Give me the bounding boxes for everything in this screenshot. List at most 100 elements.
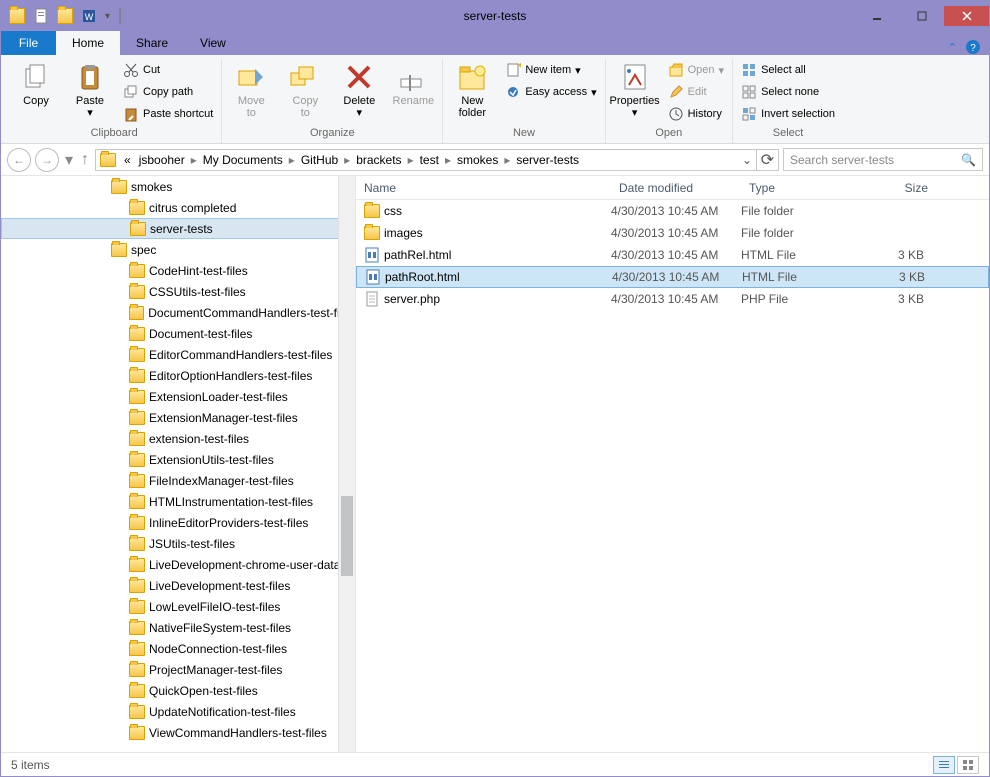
tree-item[interactable]: InlineEditorProviders-test-files — [1, 512, 355, 533]
document-icon[interactable] — [33, 8, 49, 24]
tree-item[interactable]: HTMLInstrumentation-test-files — [1, 491, 355, 512]
recent-locations-button[interactable]: ▾ — [63, 150, 75, 170]
file-tab[interactable]: File — [1, 31, 56, 55]
tree-item-label: extension-test-files — [149, 432, 249, 446]
close-button[interactable] — [944, 6, 989, 26]
tree-item[interactable]: server-tests — [1, 218, 355, 239]
tree-item[interactable]: ExtensionUtils-test-files — [1, 449, 355, 470]
open-button[interactable]: Open ▾ — [664, 59, 728, 81]
edit-button[interactable]: Edit — [664, 81, 728, 103]
copy-button[interactable]: Copy — [11, 59, 61, 107]
breadcrumb-separator-icon[interactable]: ▸ — [502, 153, 512, 167]
tree-item[interactable]: ViewCommandHandlers-test-files — [1, 722, 355, 743]
file-row[interactable]: server.php4/30/2013 10:45 AMPHP File3 KB — [356, 288, 989, 310]
up-button[interactable]: ↑ — [79, 151, 91, 169]
file-row[interactable]: css4/30/2013 10:45 AMFile folder — [356, 200, 989, 222]
tree-item[interactable]: smokes — [1, 176, 355, 197]
help-icon[interactable]: ? — [965, 39, 981, 55]
breadcrumb-item[interactable]: GitHub — [297, 153, 342, 167]
nav-scrollbar[interactable] — [338, 176, 355, 752]
navigation-pane[interactable]: smokescitrus completedserver-testsspecCo… — [1, 176, 356, 752]
details-view-button[interactable] — [933, 756, 955, 774]
file-row[interactable]: pathRel.html4/30/2013 10:45 AMHTML File3… — [356, 244, 989, 266]
tree-item[interactable]: FileIndexManager-test-files — [1, 470, 355, 491]
easy-access-button[interactable]: Easy access ▾ — [501, 81, 600, 103]
file-list[interactable]: Name Date modified Type Size css4/30/201… — [356, 176, 989, 752]
tree-item[interactable]: QuickOpen-test-files — [1, 680, 355, 701]
tree-item[interactable]: NativeFileSystem-test-files — [1, 617, 355, 638]
tree-item[interactable]: EditorOptionHandlers-test-files — [1, 365, 355, 386]
column-date[interactable]: Date modified — [611, 181, 741, 195]
column-size[interactable]: Size — [871, 181, 936, 195]
rename-button[interactable]: Rename — [388, 59, 438, 107]
maximize-button[interactable] — [899, 6, 944, 26]
view-tab[interactable]: View — [184, 31, 242, 55]
scrollbar-thumb[interactable] — [341, 496, 353, 576]
breadcrumb-item[interactable]: My Documents — [199, 153, 287, 167]
history-button[interactable]: History — [664, 103, 728, 125]
breadcrumb-overflow[interactable]: « — [120, 153, 135, 167]
minimize-button[interactable] — [854, 6, 899, 26]
delete-button[interactable]: Delete▾ — [334, 59, 384, 119]
column-type[interactable]: Type — [741, 181, 871, 195]
tree-item[interactable]: Document-test-files — [1, 323, 355, 344]
tree-item[interactable]: UpdateNotification-test-files — [1, 701, 355, 722]
folder-icon[interactable] — [9, 8, 25, 24]
tree-item[interactable]: EditorCommandHandlers-test-files — [1, 344, 355, 365]
back-button[interactable]: ← — [7, 148, 31, 172]
tree-item[interactable]: ProjectManager-test-files — [1, 659, 355, 680]
breadcrumb-separator-icon[interactable]: ▸ — [406, 153, 416, 167]
minimize-ribbon-icon[interactable]: ⌃ — [948, 41, 957, 54]
file-row[interactable]: pathRoot.html4/30/2013 10:45 AMHTML File… — [356, 266, 989, 288]
tree-item[interactable]: extension-test-files — [1, 428, 355, 449]
invert-selection-button[interactable]: Invert selection — [737, 103, 839, 125]
select-all-button[interactable]: Select all — [737, 59, 839, 81]
new-item-button[interactable]: ✦New item ▾ — [501, 59, 600, 81]
select-none-button[interactable]: Select none — [737, 81, 839, 103]
qat-dropdown-icon[interactable]: ▾ — [105, 11, 110, 22]
tree-item[interactable]: DocumentCommandHandlers-test-files — [1, 302, 355, 323]
tree-item[interactable]: spec — [1, 239, 355, 260]
share-tab[interactable]: Share — [120, 31, 184, 55]
breadcrumb-separator-icon[interactable]: ▸ — [342, 153, 352, 167]
paste-button[interactable]: Paste▾ — [65, 59, 115, 119]
breadcrumb-item[interactable]: smokes — [453, 153, 502, 167]
breadcrumb-separator-icon[interactable]: ▸ — [189, 153, 199, 167]
tree-item[interactable]: citrus completed — [1, 197, 355, 218]
tree-item[interactable]: ExtensionLoader-test-files — [1, 386, 355, 407]
search-box[interactable]: Search server-tests 🔍 — [783, 148, 983, 171]
breadcrumb-item[interactable]: server-tests — [512, 153, 583, 167]
folder-icon — [129, 705, 145, 719]
breadcrumb-item[interactable]: test — [416, 153, 443, 167]
move-to-button[interactable]: Move to — [226, 59, 276, 119]
folder-icon[interactable] — [57, 8, 73, 24]
icons-view-button[interactable] — [957, 756, 979, 774]
address-bar[interactable]: « jsbooher▸My Documents▸GitHub▸brackets▸… — [95, 149, 757, 171]
breadcrumb-item[interactable]: jsbooher — [135, 153, 189, 167]
paste-shortcut-button[interactable]: Paste shortcut — [119, 103, 217, 125]
address-dropdown-icon[interactable]: ⌄ — [742, 153, 752, 167]
breadcrumb-separator-icon[interactable]: ▸ — [443, 153, 453, 167]
tree-item[interactable]: ExtensionManager-test-files — [1, 407, 355, 428]
cut-button[interactable]: Cut — [119, 59, 217, 81]
home-tab[interactable]: Home — [56, 31, 120, 55]
new-folder-button[interactable]: New folder — [447, 59, 497, 119]
copy-path-button[interactable]: Copy path — [119, 81, 217, 103]
column-name[interactable]: Name — [356, 181, 611, 195]
file-row[interactable]: images4/30/2013 10:45 AMFile folder — [356, 222, 989, 244]
word-icon[interactable]: W — [81, 8, 97, 24]
tree-item[interactable]: LiveDevelopment-chrome-user-data — [1, 554, 355, 575]
breadcrumb-item[interactable]: brackets — [352, 153, 405, 167]
column-headers[interactable]: Name Date modified Type Size — [356, 176, 989, 200]
refresh-button[interactable]: ⟳ — [757, 149, 779, 171]
tree-item[interactable]: JSUtils-test-files — [1, 533, 355, 554]
tree-item[interactable]: CodeHint-test-files — [1, 260, 355, 281]
properties-button[interactable]: Properties▾ — [610, 59, 660, 119]
forward-button[interactable]: → — [35, 148, 59, 172]
breadcrumb-separator-icon[interactable]: ▸ — [287, 153, 297, 167]
tree-item[interactable]: NodeConnection-test-files — [1, 638, 355, 659]
copy-to-button[interactable]: Copy to — [280, 59, 330, 119]
tree-item[interactable]: LiveDevelopment-test-files — [1, 575, 355, 596]
tree-item[interactable]: LowLevelFileIO-test-files — [1, 596, 355, 617]
tree-item[interactable]: CSSUtils-test-files — [1, 281, 355, 302]
